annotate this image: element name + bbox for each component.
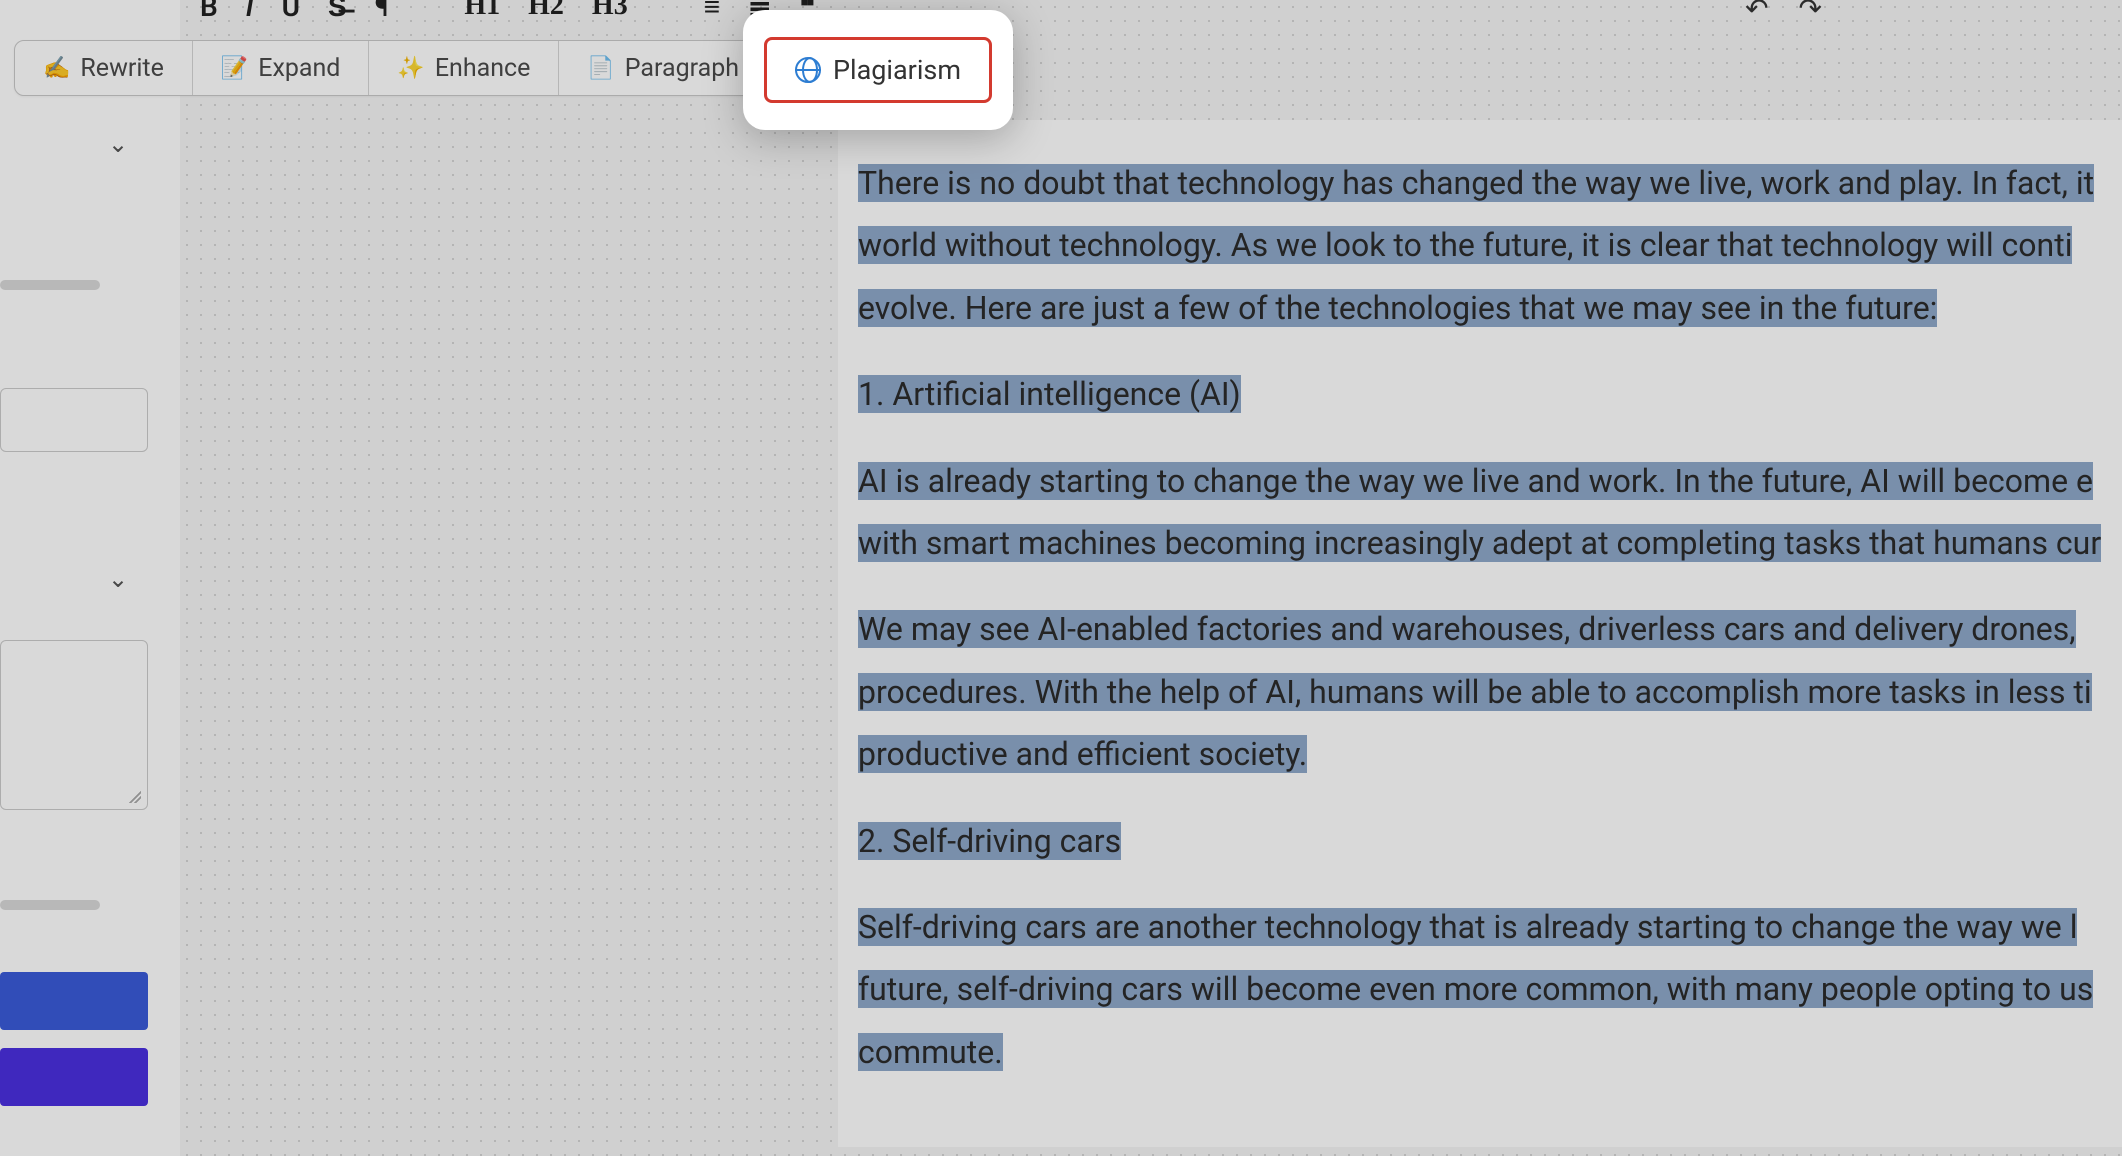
plagiarism-label: Plagiarism — [833, 54, 961, 86]
rewrite-button[interactable]: ✍️ Rewrite — [15, 41, 193, 95]
expand-label: Expand — [258, 54, 340, 83]
rewrite-label: Rewrite — [80, 54, 163, 83]
selected-text: with smart machines becoming increasingl… — [858, 524, 2101, 562]
selected-heading: 1. Artificial intelligence (AI) — [858, 375, 1241, 413]
selected-text: commute. — [858, 1033, 1003, 1071]
format-toolbar: B I U S̶ ¶ H1 H2 H3 ≡ ≣ ❝ — [200, 0, 815, 23]
selected-text: world without technology. As we look to … — [858, 226, 2072, 264]
strike-button[interactable]: S̶ — [328, 0, 347, 23]
italic-button[interactable]: I — [246, 0, 254, 23]
selected-text: productive and efficient society. — [858, 735, 1307, 773]
paragraph-button[interactable]: 📄 Paragraph — [559, 41, 768, 95]
document-content[interactable]: There is no doubt that technology has ch… — [838, 120, 2122, 1147]
side-input[interactable] — [0, 388, 148, 452]
chevron-down-icon[interactable]: ⌄ — [108, 130, 128, 158]
selected-text: evolve. Here are just a few of the techn… — [858, 289, 1937, 327]
expand-button[interactable]: 📝 Expand — [193, 41, 370, 95]
history-controls: ↶ ↷ — [1745, 0, 1822, 25]
chevron-down-icon[interactable]: ⌄ — [108, 565, 128, 593]
redo-button[interactable]: ↷ — [1799, 0, 1822, 25]
secondary-action-button[interactable] — [0, 1048, 148, 1106]
plagiarism-button[interactable]: Plagiarism — [764, 37, 992, 103]
h3-button[interactable]: H3 — [592, 0, 628, 23]
memo-icon: 📝 — [221, 56, 248, 81]
h2-button[interactable]: H2 — [528, 0, 564, 23]
side-panel: ⌄ ⌄ — [0, 0, 180, 1156]
side-textarea[interactable] — [0, 640, 148, 810]
paragraph-label: Paragraph — [625, 54, 739, 83]
selected-text: AI is already starting to change the way… — [858, 462, 2093, 500]
globe-icon — [795, 57, 821, 83]
sparkles-icon: ✨ — [397, 56, 424, 81]
selected-text: future, self-driving cars will become ev… — [858, 970, 2093, 1008]
tutorial-spotlight: Plagiarism — [743, 10, 1013, 130]
selected-text: Self-driving cars are another technology… — [858, 908, 2077, 946]
page-icon: 📄 — [587, 56, 614, 81]
placeholder-bar — [0, 900, 100, 910]
resize-handle-icon[interactable] — [129, 791, 141, 803]
selected-heading: 2. Self-driving cars — [858, 822, 1121, 860]
enhance-label: Enhance — [435, 54, 531, 83]
h1-button[interactable]: H1 — [464, 0, 500, 23]
underline-button[interactable]: U — [282, 0, 300, 23]
bold-button[interactable]: B — [200, 0, 218, 23]
placeholder-bar — [0, 280, 100, 290]
undo-button[interactable]: ↶ — [1745, 0, 1768, 25]
selected-text: There is no doubt that technology has ch… — [858, 164, 2094, 202]
selected-text: We may see AI-enabled factories and ware… — [858, 610, 2076, 648]
primary-action-button[interactable] — [0, 972, 148, 1030]
pilcrow-button[interactable]: ¶ — [375, 0, 389, 23]
pencil-icon: ✍️ — [43, 56, 70, 81]
bullet-list-button[interactable]: ≡ — [704, 0, 720, 23]
enhance-button[interactable]: ✨ Enhance — [369, 41, 559, 95]
selected-text: procedures. With the help of AI, humans … — [858, 673, 2092, 711]
